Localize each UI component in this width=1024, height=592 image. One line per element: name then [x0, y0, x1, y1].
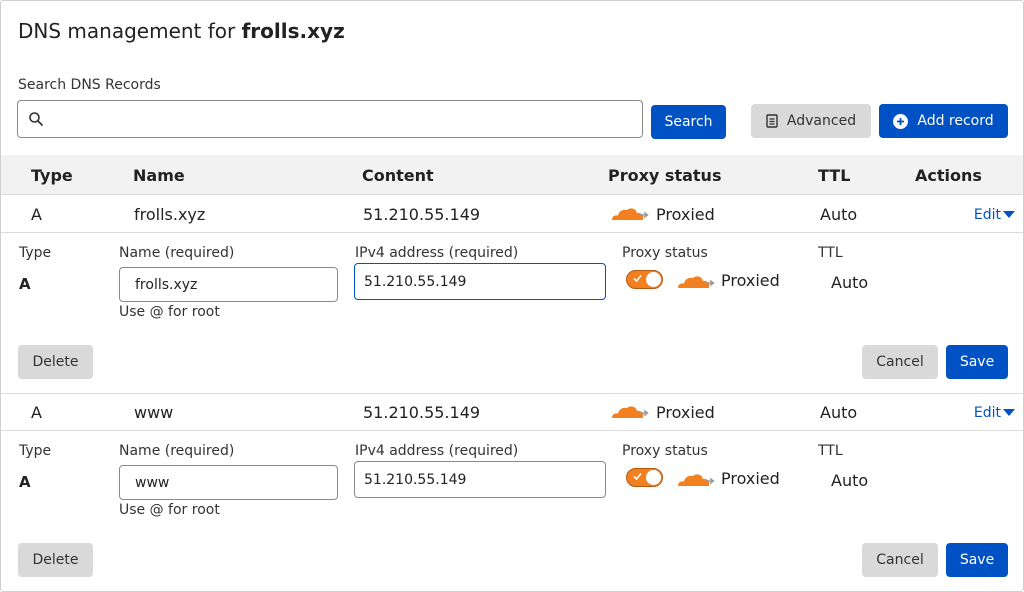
record-type: A: [31, 403, 42, 422]
search-icon: [29, 112, 43, 126]
edit-record-panel: Type A Name (required) Use @ for root IP…: [1, 431, 1023, 591]
record-name: frolls.xyz: [134, 205, 206, 224]
caret-down-icon: [1003, 409, 1015, 416]
orange-cloud-icon: [678, 276, 715, 288]
check-icon: [633, 472, 642, 481]
proxy-status-value: Proxied: [721, 271, 780, 290]
page-title-domain: frolls.xyz: [241, 19, 345, 43]
ipv4-input[interactable]: [354, 263, 606, 300]
ipv4-label: IPv4 address (required): [355, 443, 519, 459]
column-header-ttl: TTL: [818, 166, 851, 185]
record-type: A: [31, 205, 42, 224]
record-proxy-status: Proxied: [656, 403, 715, 422]
type-value: A: [19, 473, 31, 491]
ttl-label: TTL: [818, 443, 843, 459]
ttl-value[interactable]: Auto: [831, 273, 868, 292]
orange-cloud-icon: [612, 208, 649, 220]
proxy-status-label: Proxy status: [622, 443, 708, 459]
proxy-toggle[interactable]: [626, 468, 663, 487]
column-header-actions: Actions: [915, 166, 982, 185]
ipv4-label: IPv4 address (required): [355, 245, 519, 261]
cancel-button[interactable]: Cancel: [862, 345, 938, 379]
advanced-button[interactable]: Advanced: [751, 104, 871, 138]
add-record-button-label: Add record: [917, 113, 994, 129]
page-title-prefix: DNS management for: [18, 19, 242, 43]
edit-record-panel: Type A Name (required) Use @ for root IP…: [1, 233, 1023, 394]
record-name: www: [134, 403, 174, 422]
name-hint: Use @ for root: [119, 304, 220, 320]
edit-link-label: Edit: [973, 207, 1001, 223]
orange-cloud-icon: [612, 406, 649, 418]
record-ttl: Auto: [820, 403, 858, 422]
type-label: Type: [19, 443, 52, 459]
caret-down-icon: [1003, 211, 1015, 218]
edit-link[interactable]: Edit: [974, 207, 1015, 223]
column-header-content: Content: [362, 166, 434, 185]
name-label: Name (required): [119, 443, 235, 459]
document-icon: [766, 114, 778, 128]
save-button[interactable]: Save: [946, 345, 1008, 379]
orange-cloud-icon: [678, 474, 715, 486]
proxy-status-value: Proxied: [721, 469, 780, 488]
cancel-button[interactable]: Cancel: [862, 543, 938, 577]
ttl-label: TTL: [818, 245, 843, 261]
delete-button[interactable]: Delete: [18, 543, 93, 577]
type-label: Type: [19, 245, 52, 261]
ipv4-input[interactable]: [354, 461, 606, 498]
name-input[interactable]: [119, 465, 338, 500]
search-field[interactable]: [17, 100, 643, 138]
proxy-toggle[interactable]: [626, 270, 663, 289]
name-input[interactable]: [119, 267, 338, 302]
proxy-status-label: Proxy status: [622, 245, 708, 261]
table-row: A www 51.210.55.149 Proxied Auto Edit: [1, 393, 1023, 431]
edit-link-label: Edit: [973, 405, 1001, 421]
search-button[interactable]: Search: [651, 105, 726, 139]
add-record-button[interactable]: Add record: [879, 104, 1008, 138]
column-header-name: Name: [133, 166, 185, 185]
advanced-button-label: Advanced: [786, 113, 857, 129]
search-label: Search DNS Records: [18, 77, 161, 93]
table-header: Type Name Content Proxy status TTL Actio…: [1, 155, 1023, 195]
plus-circle-icon: [893, 113, 909, 129]
save-button[interactable]: Save: [946, 543, 1008, 577]
name-label: Name (required): [119, 245, 235, 261]
page-title: DNS management for frolls.xyz: [18, 19, 345, 43]
dns-management-window: DNS management for frolls.xyz Search DNS…: [0, 0, 1024, 592]
record-ttl: Auto: [820, 205, 858, 224]
edit-link[interactable]: Edit: [974, 405, 1015, 421]
type-value: A: [19, 275, 31, 293]
record-content: 51.210.55.149: [363, 403, 481, 422]
column-header-proxy-status: Proxy status: [608, 166, 722, 185]
ttl-value[interactable]: Auto: [831, 471, 868, 490]
search-input[interactable]: [56, 107, 636, 131]
record-content: 51.210.55.149: [363, 205, 481, 224]
toggle-knob: [646, 272, 661, 287]
toggle-knob: [646, 470, 661, 485]
delete-button[interactable]: Delete: [18, 345, 93, 379]
name-hint: Use @ for root: [119, 502, 220, 518]
check-icon: [633, 274, 642, 283]
column-header-type: Type: [31, 166, 73, 185]
table-row: A frolls.xyz 51.210.55.149 Proxied Auto …: [1, 195, 1023, 233]
record-proxy-status: Proxied: [656, 205, 715, 224]
